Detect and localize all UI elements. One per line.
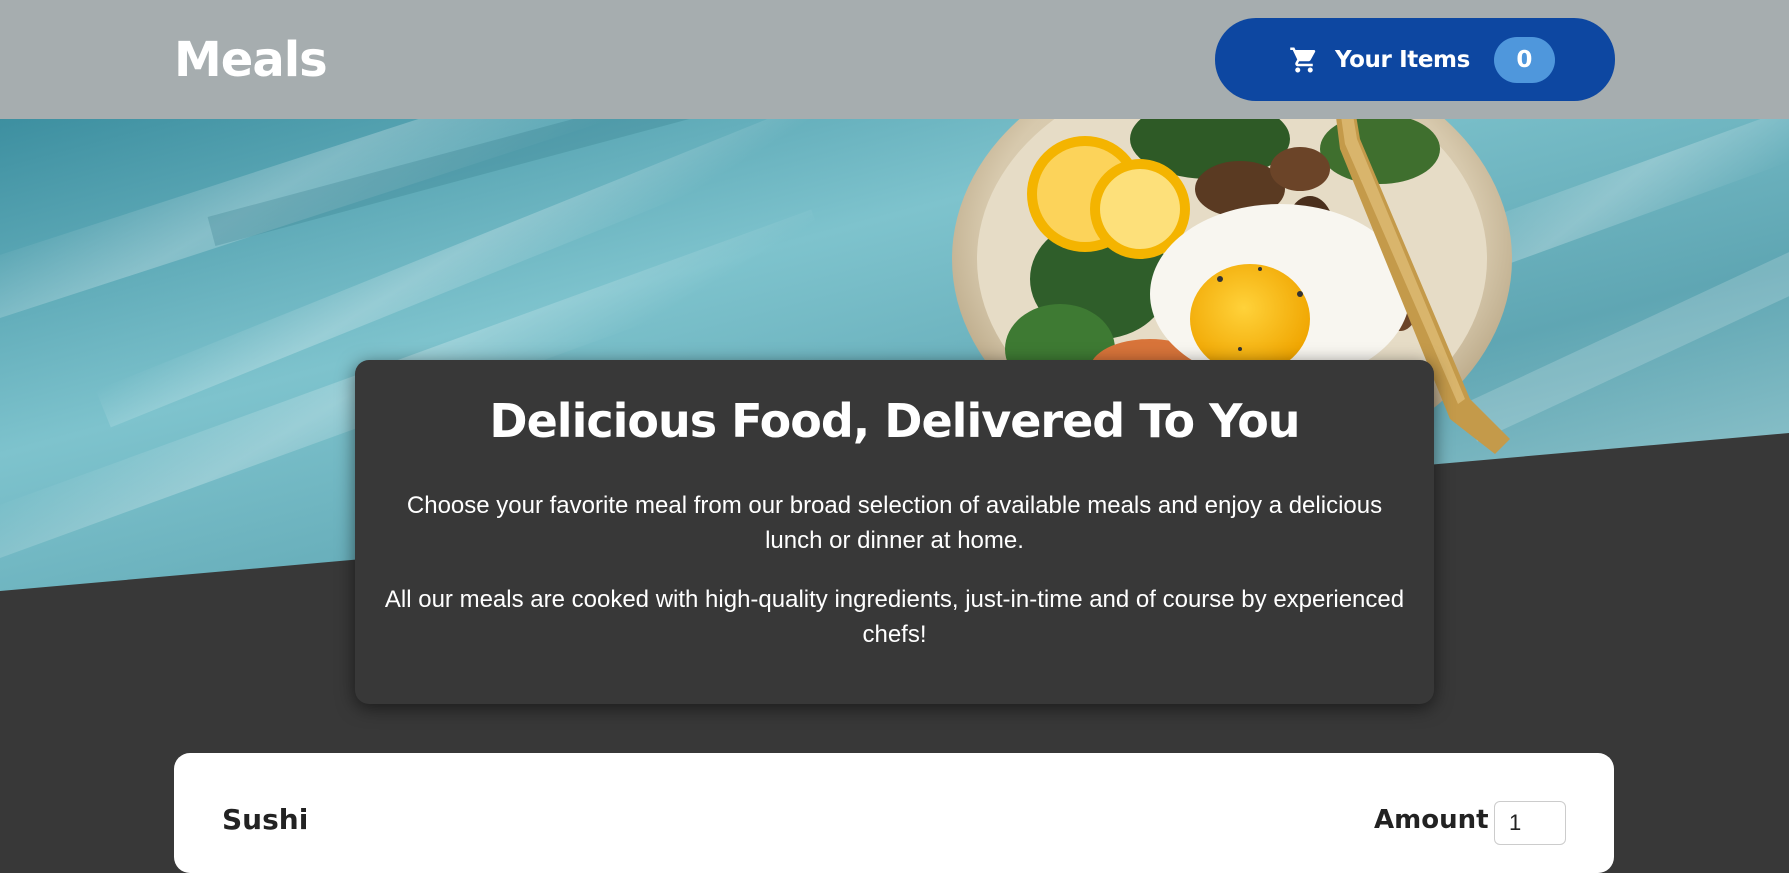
cart-button[interactable]: Your Items 0 <box>1215 18 1615 101</box>
meals-list-card: Sushi Amount <box>174 753 1614 873</box>
amount-label: Amount <box>1374 805 1489 835</box>
summary-title: Delicious Food, Delivered To You <box>489 394 1300 448</box>
summary-paragraph-1: Choose your favorite meal from our broad… <box>406 492 1383 554</box>
cart-count-badge: 0 <box>1493 36 1555 83</box>
meals-summary-card: Delicious Food, Delivered To You Choose … <box>355 360 1434 704</box>
summary-paragraph-2: All our meals are cooked with high-quali… <box>384 586 1405 648</box>
cart-label: Your Items <box>1335 46 1470 73</box>
app-header: Meals Your Items 0 <box>0 0 1789 119</box>
app-title: Meals <box>174 32 328 88</box>
amount-input[interactable] <box>1494 801 1566 845</box>
cart-icon <box>1289 45 1319 75</box>
